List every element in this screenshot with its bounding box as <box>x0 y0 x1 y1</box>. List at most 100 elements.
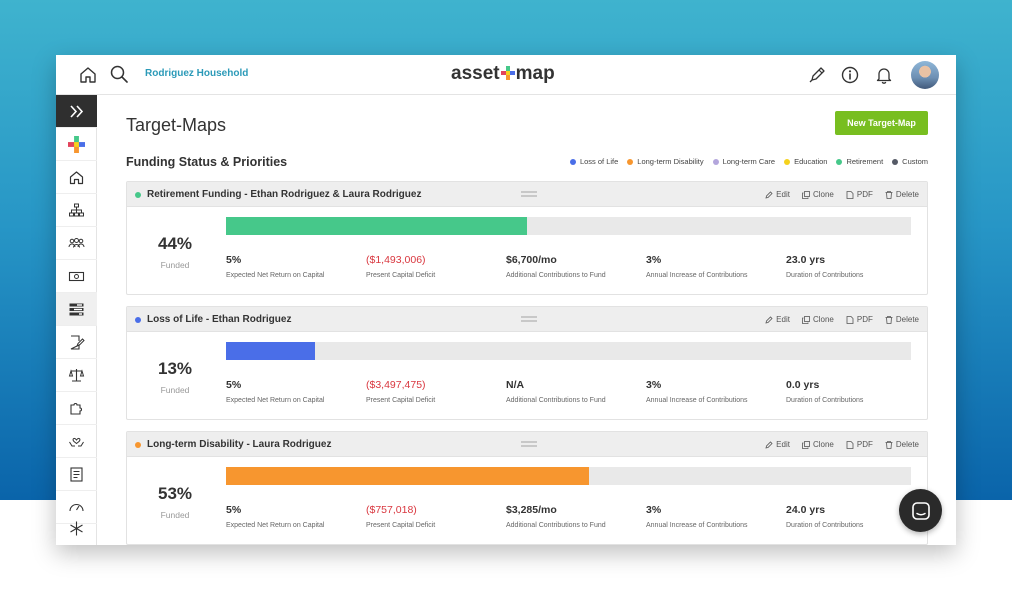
funded-percent: 53% <box>157 484 193 503</box>
sidebar-item-brand[interactable] <box>56 128 97 161</box>
metric-value: 3% <box>646 504 662 516</box>
target-map-card: Long-term Disability - Laura Rodriguez E… <box>126 431 928 545</box>
home-icon[interactable] <box>78 65 98 85</box>
edit-button[interactable]: Edit <box>765 315 790 324</box>
funding-progress-fill <box>226 467 590 485</box>
pdf-file-icon <box>846 315 854 324</box>
card-title[interactable]: Long-term Disability - Laura Rodriguez <box>147 439 331 450</box>
pencil-icon <box>765 190 773 199</box>
metric-value: 3% <box>646 254 662 266</box>
pdf-file-icon <box>846 440 854 449</box>
sidebar-item-balance[interactable] <box>56 359 97 392</box>
sidebar <box>56 95 97 545</box>
metric-value: 5% <box>226 504 242 516</box>
chat-launcher-button[interactable] <box>899 489 942 532</box>
sidebar-item-members[interactable] <box>56 227 97 260</box>
metric-return: 5% Expected Net Return on Capital <box>226 379 366 404</box>
card-header: Retirement Funding - Ethan Rodriguez & L… <box>127 182 927 207</box>
legend-dot <box>569 158 576 165</box>
clone-button[interactable]: Clone <box>802 440 834 449</box>
delete-button[interactable]: Delete <box>885 440 919 449</box>
pencil-icon <box>765 440 773 449</box>
card-header: Long-term Disability - Laura Rodriguez E… <box>127 432 927 457</box>
metric-deficit: ($1,493,006) Present Capital Deficit <box>366 254 506 279</box>
main-content: Target-Maps New Target-Map Funding Statu… <box>97 95 956 545</box>
funded-percent: 44% <box>157 234 193 253</box>
metric-label: Additional Contributions to Fund <box>506 522 606 529</box>
metric-value: ($757,018) <box>366 504 417 516</box>
home-icon <box>69 170 84 184</box>
funding-progress-bar <box>226 217 911 235</box>
target-map-card: Retirement Funding - Ethan Rodriguez & L… <box>126 181 928 295</box>
edit-label: Edit <box>776 190 790 199</box>
asset-map-logo[interactable]: asset map <box>451 63 555 85</box>
metric-label: Present Capital Deficit <box>366 272 436 279</box>
delete-button[interactable]: Delete <box>885 190 919 199</box>
household-link[interactable]: Rodriguez Household <box>145 68 248 79</box>
clone-button[interactable]: Clone <box>802 190 834 199</box>
delete-button[interactable]: Delete <box>885 315 919 324</box>
sidebar-item-reports[interactable] <box>56 458 97 491</box>
drag-handle-icon[interactable] <box>521 191 537 197</box>
sidebar-item-assets[interactable] <box>56 392 97 425</box>
pdf-label: PDF <box>856 190 873 199</box>
metric-deficit: ($757,018) Present Capital Deficit <box>366 504 506 529</box>
sidebar-item-integrations[interactable] <box>56 512 97 545</box>
sidebar-item-hierarchy[interactable] <box>56 194 97 227</box>
edit-button[interactable]: Edit <box>765 190 790 199</box>
sidebar-item-cash[interactable] <box>56 260 97 293</box>
edit-label: Edit <box>776 315 790 324</box>
card-title[interactable]: Retirement Funding - Ethan Rodriguez & L… <box>147 189 421 200</box>
chat-icon <box>911 501 930 520</box>
drag-handle-icon[interactable] <box>521 441 537 447</box>
money-icon <box>68 271 85 281</box>
edit-button[interactable]: Edit <box>765 440 790 449</box>
hands-heart-icon <box>69 437 84 446</box>
metric-value: 23.0 yrs <box>786 254 826 266</box>
card-actions: Edit Clone PDF Delete <box>765 315 919 324</box>
metric-value: $6,700/mo <box>506 254 557 266</box>
copy-icon <box>802 440 810 449</box>
sidebar-item-home[interactable] <box>56 161 97 194</box>
metric-label: Annual Increase of Contributions <box>646 272 748 279</box>
search-icon[interactable] <box>109 64 129 84</box>
pdf-button[interactable]: PDF <box>846 440 873 449</box>
card-status-dot <box>135 317 141 323</box>
clone-button[interactable]: Clone <box>802 315 834 324</box>
legend: Loss of Life Long-term Disability Long-t… <box>569 157 928 166</box>
metric-label: Expected Net Return on Capital <box>226 272 325 279</box>
pdf-button[interactable]: PDF <box>846 315 873 324</box>
delete-label: Delete <box>895 190 919 199</box>
card-title[interactable]: Loss of Life - Ethan Rodriguez <box>147 314 291 325</box>
pdf-file-icon <box>846 190 854 199</box>
legend-item-long-term-disability: Long-term Disability <box>627 157 704 166</box>
pen-icon[interactable] <box>807 65 827 85</box>
card-header: Loss of Life - Ethan Rodriguez Edit Clon… <box>127 307 927 332</box>
sidebar-item-target-maps[interactable] <box>56 293 97 326</box>
sidebar-item-notes[interactable] <box>56 326 97 359</box>
metric-return: 5% Expected Net Return on Capital <box>226 504 366 529</box>
new-target-map-button[interactable]: New Target-Map <box>835 111 928 135</box>
metric-value: N/A <box>506 379 525 391</box>
legend-label: Education <box>794 157 828 166</box>
legend-dot <box>892 158 899 165</box>
info-icon[interactable] <box>840 65 860 85</box>
metric-value: ($3,497,475) <box>366 379 426 391</box>
sidebar-expand-button[interactable] <box>56 95 97 128</box>
legend-item-retirement: Retirement <box>836 157 883 166</box>
pdf-button[interactable]: PDF <box>846 190 873 199</box>
metric-annual-increase: 3% Annual Increase of Contributions <box>646 379 786 404</box>
legend-dot <box>712 158 719 165</box>
bell-icon[interactable] <box>874 65 894 85</box>
legend-label: Long-term Care <box>722 157 776 166</box>
metric-label: Additional Contributions to Fund <box>506 397 606 404</box>
asterisk-icon <box>70 521 83 536</box>
delete-label: Delete <box>895 315 919 324</box>
legend-item-custom: Custom <box>892 157 928 166</box>
double-chevron-right-icon <box>70 104 84 118</box>
legend-label: Long-term Disability <box>637 157 704 166</box>
target-maps-icon <box>69 303 84 315</box>
user-avatar[interactable] <box>911 61 939 89</box>
sidebar-item-protection[interactable] <box>56 425 97 458</box>
drag-handle-icon[interactable] <box>521 316 537 322</box>
